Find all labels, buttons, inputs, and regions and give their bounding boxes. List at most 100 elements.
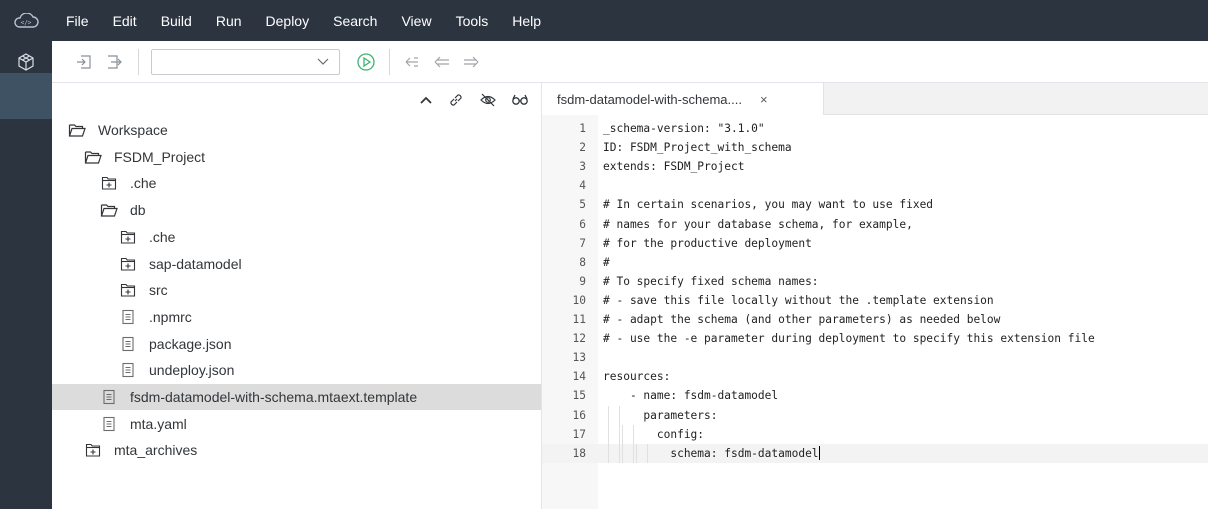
tree-item[interactable]: Workspace — [52, 117, 541, 143]
code-editor: fsdm-datamodel-with-schema.... × 1 _schem… — [542, 83, 1208, 509]
tree-item-label: db — [130, 202, 146, 219]
code-line: 3 extends: FSDM_Project — [542, 157, 1208, 176]
menu-build[interactable]: Build — [161, 13, 192, 29]
show-hidden-icon[interactable] — [511, 93, 529, 107]
workspace-explorer: Workspace FSDM_Project .che db .che sap-datam… — [52, 83, 541, 509]
line-number: 6 — [579, 217, 586, 231]
menu-bar: </> File Edit Build Run Deploy Search View Tool… — [0, 0, 1208, 41]
file-icon — [100, 388, 118, 406]
tree-item[interactable]: mta_archives — [52, 437, 541, 463]
folder-open-icon — [68, 121, 86, 139]
folder-closed-icon — [84, 441, 102, 459]
editor-tab[interactable]: fsdm-datamodel-with-schema.... × — [542, 83, 824, 115]
close-icon[interactable]: × — [760, 92, 768, 107]
code-text: # - use the -e parameter during deployme… — [603, 332, 1095, 346]
code-text: # - save this file locally without the .… — [603, 293, 994, 307]
previous-change-icon[interactable] — [403, 50, 421, 74]
code-line: 14 resources: — [542, 367, 1208, 386]
file-icon — [119, 308, 137, 326]
code-text: # names for your database schema, for ex… — [603, 217, 913, 231]
explorer-header — [52, 83, 541, 117]
code-text: _schema-version: "3.1.0" — [603, 122, 765, 135]
activity-bar: </> — [0, 41, 666, 509]
tree-item[interactable]: package.json — [52, 331, 541, 357]
menu-run[interactable]: Run — [216, 13, 242, 29]
tree-item-label: .che — [130, 175, 157, 192]
toolbar — [52, 41, 1208, 83]
indent-guide — [622, 424, 623, 463]
tree-item[interactable]: FSDM_Project — [52, 144, 541, 170]
line-number: 3 — [579, 160, 586, 174]
tree-item[interactable]: .che — [52, 170, 541, 196]
tree-item[interactable]: undeploy.json — [52, 357, 541, 383]
indent-guide — [608, 405, 609, 463]
code-line: 5 # In certain scenarios, you may want to… — [542, 195, 1208, 214]
line-number: 10 — [572, 293, 586, 307]
line-number: 11 — [572, 313, 586, 326]
toolbar-separator — [138, 48, 139, 75]
tree-item-label: Workspace — [98, 122, 168, 138]
line-number: 15 — [572, 389, 586, 403]
folder-closed-icon — [119, 228, 137, 246]
tree-item-label: .che — [149, 228, 176, 245]
code-line: 4 — [542, 176, 1208, 195]
line-number: 18 — [572, 446, 586, 460]
code-text: # for the productive deployment — [603, 236, 812, 250]
link-icon[interactable] — [447, 91, 465, 109]
code-line: 15 - name: fsdm-datamodel — [542, 386, 1208, 405]
menu-edit[interactable]: Edit — [113, 13, 137, 29]
code-line: 1 _schema-version: "3.1.0" — [542, 119, 1208, 138]
tree-item[interactable]: db — [52, 197, 541, 223]
tree-item[interactable]: mta.yaml — [52, 411, 541, 437]
code-line: 17 config: — [542, 425, 1208, 444]
tree-item[interactable]: fsdm-datamodel-with-schema.mtaext.templa… — [52, 384, 541, 410]
forward-icon[interactable] — [462, 50, 480, 74]
folder-closed-icon — [119, 281, 137, 299]
tree-item-label: fsdm-datamodel-with-schema.mtaext.templa… — [130, 389, 418, 405]
menu-file[interactable]: File — [66, 13, 89, 29]
line-number: 13 — [572, 351, 586, 365]
indent-guide — [647, 443, 648, 463]
menu-view[interactable]: View — [401, 13, 431, 29]
code-text: # — [603, 255, 610, 269]
file-icon — [119, 361, 137, 379]
folder-open-icon — [100, 201, 118, 219]
menu-help[interactable]: Help — [512, 13, 541, 29]
code-text: # To specify fixed schema names: — [603, 274, 819, 288]
line-number: 12 — [572, 332, 586, 346]
tree-item-label: mta.yaml — [130, 415, 187, 432]
tree-item-label: sap-datamodel — [149, 255, 242, 272]
collapse-icon[interactable] — [419, 95, 433, 105]
line-number: 17 — [572, 427, 586, 441]
code-line: 9 # To specify fixed schema names: — [542, 272, 1208, 291]
menu-tools[interactable]: Tools — [456, 13, 489, 29]
indent-guide — [619, 405, 620, 463]
run-configuration-select[interactable] — [151, 48, 340, 75]
tree-item[interactable]: .che — [52, 224, 541, 250]
code-text: # - adapt the schema (and other paramete… — [603, 313, 1001, 326]
run-icon[interactable] — [356, 50, 376, 74]
folder-closed-icon — [119, 255, 137, 273]
tree-item[interactable]: src — [52, 277, 541, 303]
tree-item-label: src — [149, 282, 168, 299]
tree-item-label: undeploy.json — [149, 362, 235, 379]
code-line: 2 ID: FSDM_Project_with_schema — [542, 138, 1208, 157]
menu-search[interactable]: Search — [333, 13, 377, 29]
menu-deploy[interactable]: Deploy — [266, 13, 310, 29]
chevron-down-icon — [317, 53, 329, 71]
tree-item[interactable]: sap-datamodel — [52, 251, 541, 277]
text-cursor — [818, 446, 820, 461]
hide-icon[interactable] — [479, 91, 497, 109]
tree-item-label: package.json — [149, 335, 232, 352]
code-line: 18 schema: fsdm-datamodel — [542, 443, 1208, 463]
back-icon[interactable] — [433, 50, 451, 74]
code-line: 11 # - adapt the schema (and other parame… — [542, 310, 1208, 329]
import-icon[interactable] — [75, 50, 93, 74]
code-text: parameters: — [603, 408, 718, 422]
line-number: 2 — [579, 141, 586, 155]
code-line: 7 # for the productive deployment — [542, 234, 1208, 253]
export-icon[interactable] — [105, 50, 123, 74]
code-line: 13 — [542, 348, 1208, 367]
code-text: - name: fsdm-datamodel — [603, 389, 779, 403]
tree-item[interactable]: .npmrc — [52, 304, 541, 330]
